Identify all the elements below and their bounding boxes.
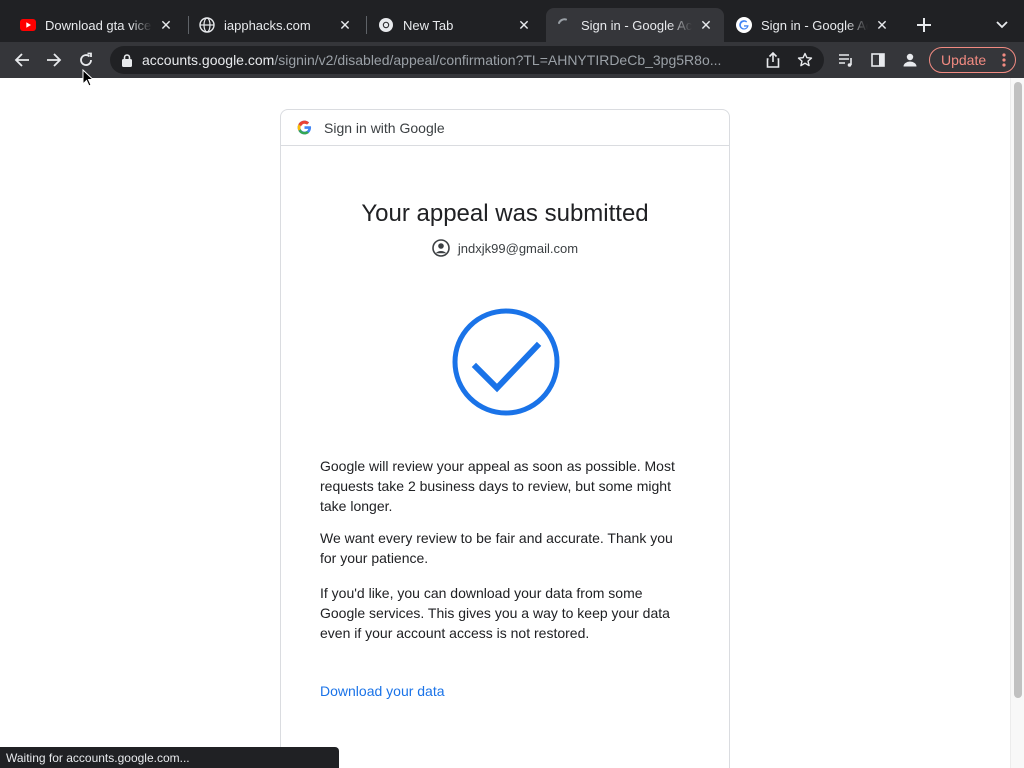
kebab-menu-icon[interactable] — [1002, 53, 1006, 70]
tab-sign-in[interactable]: Sign in - Google Acc ✕ — [726, 8, 900, 42]
tab-title: iapphacks.com — [224, 17, 311, 33]
arrow-right-icon — [47, 53, 62, 67]
page-title: Your appeal was submitted — [361, 200, 649, 227]
account-email: jndxjk99@gmail.com — [457, 240, 579, 256]
update-label: Update — [941, 52, 987, 68]
scrollbar-thumb[interactable] — [1014, 82, 1022, 698]
new-tab-button[interactable] — [912, 13, 936, 37]
lock-icon[interactable] — [120, 53, 134, 67]
loading-spinner-icon — [556, 17, 572, 33]
arrow-left-icon — [14, 53, 29, 67]
media-control-button[interactable] — [832, 46, 860, 74]
update-button[interactable]: Update — [929, 47, 1016, 73]
reload-icon — [80, 52, 92, 66]
back-button[interactable] — [8, 46, 36, 74]
browser-toolbar: accounts.google.com/signin/v2/disabled/a… — [0, 42, 1024, 78]
profile-button[interactable] — [896, 46, 924, 74]
status-bar: Waiting for accounts.google.com... — [0, 747, 339, 768]
tab-title: Download gta vice c — [45, 17, 152, 33]
url-path: /signin/v2/disabled/appeal/confirmation?… — [274, 52, 722, 68]
account-chip[interactable]: jndxjk99@gmail.com — [281, 239, 729, 257]
side-panel-button[interactable] — [864, 46, 892, 74]
youtube-icon — [20, 17, 36, 33]
tab-youtube[interactable]: Download gta vice c ✕ — [10, 8, 184, 42]
vertical-scrollbar[interactable] — [1010, 78, 1024, 768]
appeal-card: Sign in with Google Your appeal was subm… — [280, 109, 730, 768]
share-icon[interactable] — [766, 51, 780, 73]
media-queue-icon — [839, 54, 852, 67]
download-your-data-link[interactable]: Download your data — [320, 683, 445, 699]
tab-sign-in-active[interactable]: Sign in - Google Acc ✕ — [546, 8, 724, 42]
review-paragraph: Google will review your appeal as soon a… — [320, 458, 675, 514]
download-info-paragraph: If you'd like, you can download your dat… — [320, 585, 670, 641]
tab-strip: Download gta vice c ✕ iapphacks.com ✕ Ne… — [0, 0, 1024, 42]
address-bar[interactable]: accounts.google.com/signin/v2/disabled/a… — [110, 46, 824, 74]
page-content: Sign in with Google Your appeal was subm… — [0, 78, 1010, 768]
url-host: accounts.google.com — [142, 52, 275, 68]
tab-separator — [366, 16, 367, 34]
close-icon[interactable]: ✕ — [698, 17, 714, 33]
google-icon — [736, 17, 752, 33]
google-logo-icon — [297, 120, 312, 135]
tab-title: New Tab — [403, 17, 454, 33]
fairness-paragraph: We want every review to be fair and accu… — [320, 530, 673, 566]
tab-title: Sign in - Google Acc — [581, 17, 692, 33]
close-icon[interactable]: ✕ — [874, 17, 890, 33]
checkmark-circle-icon — [452, 308, 560, 416]
tab-title: Sign in - Google Acc — [761, 17, 868, 33]
bookmark-star-icon[interactable] — [797, 52, 813, 73]
chrome-icon — [378, 17, 394, 33]
tab-iapphacks[interactable]: iapphacks.com ✕ — [189, 8, 363, 42]
url-text[interactable]: accounts.google.com/signin/v2/disabled/a… — [142, 52, 754, 68]
side-panel-icon — [871, 53, 885, 67]
forward-button[interactable] — [40, 46, 68, 74]
tab-new-tab[interactable]: New Tab ✕ — [368, 8, 542, 42]
chevron-down-icon — [996, 21, 1008, 29]
profile-icon — [903, 53, 917, 67]
mouse-cursor-icon — [82, 69, 94, 87]
close-icon[interactable]: ✕ — [516, 17, 532, 33]
sign-in-with-google-label: Sign in with Google — [324, 119, 445, 136]
card-header: Sign in with Google — [281, 110, 729, 146]
tab-search-button[interactable] — [990, 13, 1014, 37]
plus-icon — [917, 18, 931, 32]
close-icon[interactable]: ✕ — [158, 17, 174, 33]
account-circle-icon — [432, 239, 450, 257]
globe-icon — [199, 17, 215, 33]
close-icon[interactable]: ✕ — [337, 17, 353, 33]
